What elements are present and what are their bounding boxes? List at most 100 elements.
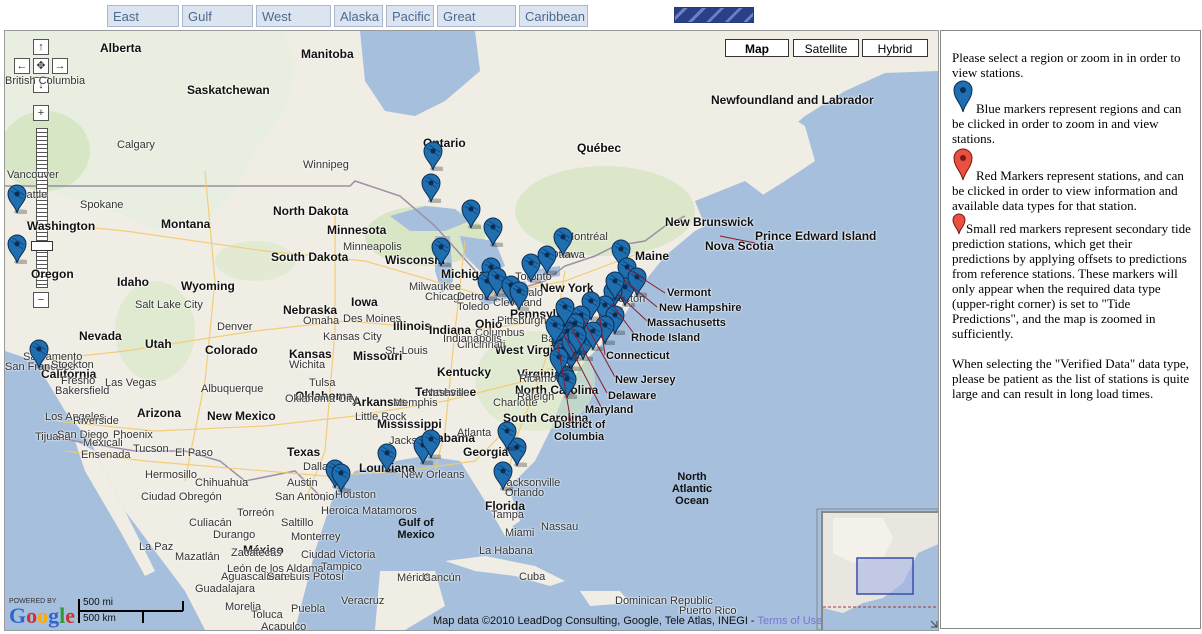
blue-pin-icon [555, 297, 578, 328]
map-label-omaha: Omaha [303, 315, 340, 327]
region-marker[interactable] [497, 421, 520, 452]
tab-gulf-coast[interactable]: Gulf Coast [182, 5, 253, 46]
region-marker[interactable] [29, 339, 52, 370]
region-marker[interactable] [605, 271, 628, 302]
map-label-nashville: Nashville [425, 387, 470, 399]
region-marker[interactable] [461, 199, 484, 230]
map-type-hybrid-button[interactable]: Hybrid [862, 39, 928, 57]
plus-icon: + [37, 107, 45, 119]
blue-pin-icon [627, 267, 650, 298]
tab-pacific[interactable]: Pacific [386, 5, 434, 27]
map-label-toledo: Toledo [457, 301, 490, 313]
zoom-slider-thumb[interactable] [31, 241, 53, 251]
map-label-tucson: Tucson [133, 443, 169, 455]
map-label-mexicali: Mexicali [83, 437, 123, 449]
region-marker[interactable] [431, 237, 454, 268]
tab-alaska[interactable]: Alaska [334, 5, 383, 27]
map-label-atlanta: Atlanta [457, 427, 492, 439]
tab-great-lakes[interactable]: Great Lakes [437, 5, 516, 46]
attribution-text: Map data ©2010 LeadDog Consulting, Googl… [433, 615, 755, 627]
zoom-in-button[interactable]: + [33, 105, 49, 121]
map-label-wyoming: Wyoming [181, 279, 235, 293]
callout-district-of-columbia: District of Columbia [554, 419, 606, 443]
blue-pin-icon [483, 217, 506, 248]
map-label-la-habana: La Habana [479, 545, 533, 557]
map-label-el-paso: El Paso [175, 447, 213, 459]
blue-pin-icon [29, 339, 52, 370]
callout-delaware: Delaware [608, 390, 657, 402]
map-label-qu-bec: Québec [577, 141, 622, 155]
map-label-canc-n: Cancún [423, 572, 461, 584]
map-label-tulsa: Tulsa [309, 377, 336, 389]
region-marker[interactable] [7, 184, 30, 215]
region-marker[interactable] [483, 217, 506, 248]
blue-pin-icon [331, 463, 354, 494]
blue-pin-icon [431, 237, 454, 268]
map-label-tampico: Tampico [321, 561, 362, 573]
blue-pin-icon [549, 347, 572, 378]
blue-pin-icon [7, 234, 30, 265]
blue-pin-icon [493, 461, 516, 492]
map-label-oklahoma-city: Oklahoma City [285, 393, 358, 405]
panel-intro-text: Please select a region or zoom in in ord… [952, 50, 1181, 80]
zoom-out-button[interactable]: − [33, 292, 49, 308]
map-label-miami: Miami [505, 527, 535, 539]
map-label-las-vegas: Las Vegas [105, 377, 157, 389]
region-marker[interactable] [553, 227, 576, 258]
tab-caribbean[interactable]: Caribbean [519, 5, 588, 27]
map-label-ensenada: Ensenada [81, 449, 131, 461]
map-label-minneapolis: Minneapolis [343, 241, 402, 253]
blue-pin-icon [461, 199, 484, 230]
pan-center-button[interactable]: ✥ [33, 58, 49, 74]
region-marker[interactable] [377, 443, 400, 474]
region-marker[interactable] [7, 234, 30, 265]
region-marker[interactable] [555, 297, 578, 328]
google-wordmark: Google [9, 603, 76, 628]
terms-of-use-link[interactable]: Terms of Use [757, 615, 822, 627]
map-label-new-mexico: New Mexico [207, 409, 276, 423]
blue-pin-icon [509, 281, 532, 312]
info-panel: Please select a region or zoom in in ord… [940, 30, 1201, 629]
region-marker[interactable] [421, 173, 444, 204]
map-label-saskatchewan: Saskatchewan [187, 83, 270, 97]
region-marker[interactable] [549, 347, 572, 378]
region-marker[interactable] [627, 267, 650, 298]
map-label-veracruz: Veracruz [341, 595, 385, 607]
region-marker[interactable] [509, 281, 532, 312]
map-label-la-paz: La Paz [139, 541, 174, 553]
map-label-indianapolis: Indianapolis [443, 333, 502, 345]
pan-up-button[interactable]: ↑ [33, 39, 49, 55]
map-scale: 500 mi 500 km [77, 597, 187, 625]
region-marker[interactable] [423, 141, 446, 172]
map-label-st-louis: St. Louis [385, 345, 428, 357]
tab-west-coast[interactable]: West Coast [256, 5, 331, 46]
tab-east-coast[interactable]: East Coast [107, 5, 179, 46]
map-type-satellite-button[interactable]: Satellite [793, 39, 859, 57]
pan-right-button[interactable]: → [52, 58, 68, 74]
map-label-vancouver: Vancouver [7, 169, 59, 181]
zoom-slider-track[interactable] [36, 128, 48, 288]
google-logo[interactable]: POWERED BY Google [9, 598, 75, 627]
map-label-iowa: Iowa [351, 295, 378, 309]
map-label-riverside: Riverside [73, 415, 119, 427]
region-marker[interactable] [567, 325, 590, 356]
region-marker[interactable] [331, 463, 354, 494]
callout-massachusetts: Massachusetts [647, 317, 726, 329]
map-label-durango: Durango [213, 529, 256, 541]
map-attribution: Map data ©2010 LeadDog Consulting, Googl… [433, 615, 822, 627]
map-label-tampa: Tampa [491, 509, 525, 521]
region-marker[interactable] [421, 429, 444, 460]
map-label-spokane: Spokane [80, 199, 124, 211]
callout-maryland: Maryland [585, 404, 634, 416]
map-label-acapulco: Acapulco [261, 621, 307, 631]
callout-new-jersey: New Jersey [615, 374, 676, 386]
map-label-nassau: Nassau [541, 521, 579, 533]
map-label-salt-lake-city: Salt Lake City [135, 299, 203, 311]
callout-new-hampshire: New Hampshire [659, 302, 742, 314]
region-marker[interactable] [493, 461, 516, 492]
map-canvas[interactable]: Map Satellite Hybrid ↑ ← ✥ → ↓ + − Alber… [4, 30, 939, 631]
pan-left-button[interactable]: ← [14, 58, 30, 74]
overview-map[interactable] [821, 511, 938, 630]
map-label-new-orleans: New Orleans [401, 469, 465, 481]
map-type-map-button[interactable]: Map [725, 39, 789, 57]
